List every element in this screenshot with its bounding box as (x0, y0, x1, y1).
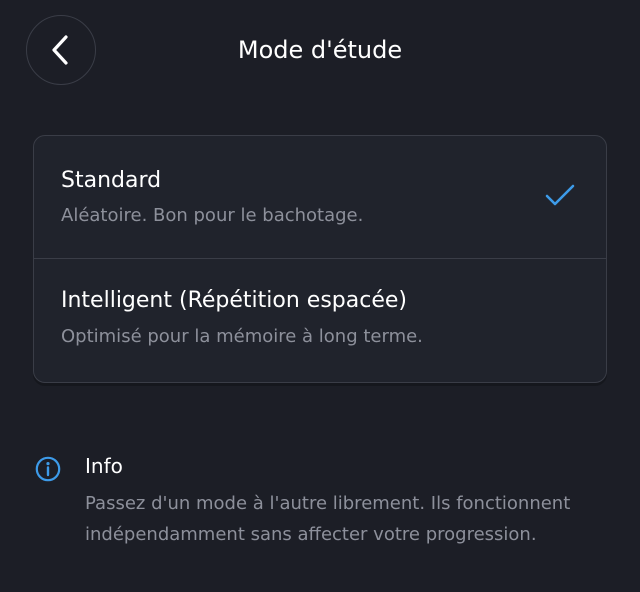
mode-option-intelligent[interactable]: Intelligent (Répétition espacée) Optimis… (34, 259, 606, 381)
page-title: Mode d'étude (237, 36, 403, 64)
mode-title: Intelligent (Répétition espacée) (61, 288, 407, 313)
mode-description: Optimisé pour la mémoire à long terme. (61, 326, 423, 347)
mode-option-standard[interactable]: Standard Aléatoire. Bon pour le bachotag… (34, 136, 606, 258)
info-icon (35, 456, 61, 482)
checkmark-icon (545, 184, 575, 206)
study-mode-options: Standard Aléatoire. Bon pour le bachotag… (33, 135, 607, 383)
info-text: Passez d'un mode à l'autre librement. Il… (85, 493, 571, 545)
mode-title: Standard (61, 168, 162, 193)
info-title: Info (85, 454, 123, 478)
mode-description: Aléatoire. Bon pour le bachotage. (61, 205, 364, 226)
